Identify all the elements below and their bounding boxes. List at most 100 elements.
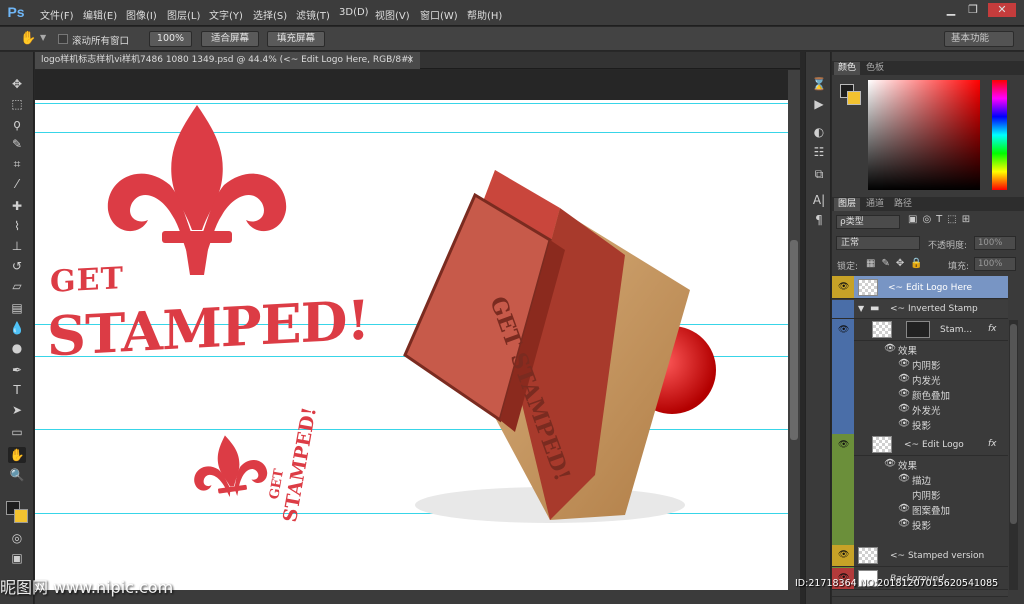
effect-row[interactable]: 👁 内阴影	[854, 358, 1008, 373]
menu-type[interactable]: 文字(Y)	[209, 7, 243, 22]
move-tool-icon[interactable]: ✥	[8, 76, 26, 92]
collapse-triangle-icon[interactable]: ▼	[858, 304, 864, 313]
character-panel-icon[interactable]: A|	[811, 192, 827, 208]
vertical-scrollbar[interactable]	[788, 70, 800, 590]
layer-row[interactable]: Stam... fx	[854, 319, 1008, 341]
fill-label: 填充:	[948, 262, 970, 272]
layer-filter-select[interactable]: ρ类型	[836, 215, 900, 229]
scrollbar-thumb[interactable]	[1010, 324, 1017, 524]
zoom-tool-icon[interactable]: 🔍	[8, 467, 26, 483]
effect-row[interactable]: 👁 外发光	[854, 403, 1008, 418]
document-canvas[interactable]: GET STAMPED! GET STAMPED! GET STAMPED!	[35, 100, 788, 590]
menu-select[interactable]: 选择(S)	[253, 7, 287, 22]
menu-view[interactable]: 视图(V)	[375, 7, 410, 22]
filter-icons[interactable]: ▣◎T⬚⊞	[908, 214, 975, 225]
workspace-select[interactable]: 基本功能	[944, 31, 1014, 47]
healing-brush-tool-icon[interactable]: ✚	[8, 198, 26, 214]
layer-group-row[interactable]: ▼ ▬ <~ Inverted Stamp	[832, 300, 1008, 319]
path-select-tool-icon[interactable]: ➤	[8, 402, 26, 418]
adjustments-icon[interactable]: ◐	[811, 124, 827, 140]
eyedropper-tool-icon[interactable]: ⁄	[8, 176, 26, 192]
scroll-all-checkbox[interactable]	[58, 34, 68, 44]
quick-select-tool-icon[interactable]: ✎	[8, 136, 26, 152]
tab-layers[interactable]: 图层	[834, 198, 861, 211]
tab-paths[interactable]: 路径	[890, 198, 916, 211]
paragraph-panel-icon[interactable]: ¶	[811, 212, 827, 228]
menu-window[interactable]: 窗口(W)	[420, 7, 458, 22]
eraser-tool-icon[interactable]: ▱	[8, 278, 26, 294]
color-panel-background[interactable]	[847, 91, 861, 105]
eye-icon[interactable]: 👁	[838, 325, 849, 335]
zoom-100-button[interactable]: 100%	[149, 31, 192, 47]
effects-row: 👁 效果	[854, 458, 1008, 473]
clone-stamp-tool-icon[interactable]: ⊥	[8, 238, 26, 254]
opacity-input[interactable]: 100%	[974, 236, 1016, 250]
menu-file[interactable]: 文件(F)	[40, 7, 74, 22]
history-icon[interactable]: ⌛	[811, 76, 827, 92]
close-button[interactable]: ✕	[988, 3, 1016, 17]
clone-source-icon[interactable]: ⧉	[811, 166, 827, 182]
lasso-tool-icon[interactable]: ϙ	[8, 116, 26, 132]
layers-scrollbar[interactable]	[1009, 320, 1018, 590]
eye-icon[interactable]: 👁	[838, 440, 849, 450]
effect-row[interactable]: 👁 描边	[854, 473, 1008, 488]
fx-icon[interactable]: fx	[988, 324, 997, 334]
hand-tool-icon[interactable]: ✋	[8, 447, 26, 463]
document-tab[interactable]: logo样机标志样机vi样机7486 1080 1349.psd @ 44.4%…	[35, 52, 420, 69]
tab-color[interactable]: 颜色	[834, 62, 861, 75]
effect-row[interactable]: 👁 投影	[854, 518, 1008, 533]
scrollbar-thumb[interactable]	[790, 240, 798, 440]
background-color-swatch[interactable]	[14, 509, 28, 523]
tab-close-icon[interactable]: ×	[406, 52, 414, 68]
fit-screen-button[interactable]: 适合屏幕	[201, 31, 259, 47]
menu-filter[interactable]: 滤镜(T)	[296, 7, 330, 22]
eye-icon[interactable]: 👁	[838, 282, 849, 292]
menu-image[interactable]: 图像(I)	[126, 7, 157, 22]
tab-swatches[interactable]: 色板	[862, 62, 888, 75]
crop-tool-icon[interactable]: ⌗	[8, 156, 26, 172]
layer-row[interactable]: <~ Edit Logo fx	[854, 434, 1008, 456]
fx-icon[interactable]: fx	[988, 439, 997, 449]
properties-icon[interactable]: ☷	[811, 144, 827, 160]
effect-row[interactable]: 👁 内发光	[854, 373, 1008, 388]
fill-screen-button[interactable]: 填充屏幕	[267, 31, 325, 47]
gradient-tool-icon[interactable]: ▤	[8, 300, 26, 316]
layer-name: <~ Edit Logo Here	[888, 283, 973, 293]
blur-tool-icon[interactable]: 💧	[8, 320, 26, 336]
fill-input[interactable]: 100%	[974, 257, 1016, 271]
history-brush-tool-icon[interactable]: ↺	[8, 258, 26, 274]
menu-help[interactable]: 帮助(H)	[467, 7, 502, 22]
type-tool-icon[interactable]: T	[8, 382, 26, 398]
eye-icon[interactable]: 👁	[838, 550, 849, 560]
effect-row[interactable]: 👁 投影	[854, 418, 1008, 433]
dodge-tool-icon[interactable]: ●	[8, 340, 26, 356]
rectangle-tool-icon[interactable]: ▭	[8, 424, 26, 440]
layer-thumbnail	[858, 279, 878, 296]
color-picker-field[interactable]	[868, 80, 980, 190]
brush-tool-icon[interactable]: ⌇	[8, 218, 26, 234]
restore-button[interactable]: ❐	[962, 3, 984, 17]
tab-channels[interactable]: 通道	[862, 198, 888, 211]
pen-tool-icon[interactable]: ✒	[8, 362, 26, 378]
hand-tool-icon[interactable]: ✋	[20, 31, 36, 46]
effect-row[interactable]: 内阴影	[854, 488, 1008, 503]
layer-row[interactable]: 👁 <~ Edit Logo Here	[832, 276, 1008, 299]
menu-edit[interactable]: 编辑(E)	[83, 7, 117, 22]
layer-color-tag: 👁	[832, 545, 854, 566]
menu-3d[interactable]: 3D(D)	[339, 7, 369, 18]
menu-layer[interactable]: 图层(L)	[167, 7, 200, 22]
blend-mode-select[interactable]: 正常	[836, 236, 920, 250]
chevron-down-icon[interactable]: ▼	[40, 33, 46, 42]
layer-row[interactable]: 👁 <~ Stamped version	[832, 545, 1008, 567]
screen-mode-icon[interactable]: ▣	[8, 550, 26, 566]
canvas-area[interactable]: GET STAMPED! GET STAMPED! GET STAMPED!	[35, 70, 788, 590]
marquee-tool-icon[interactable]: ⬚	[8, 96, 26, 112]
play-actions-icon[interactable]: ▶	[811, 96, 827, 112]
minimize-button[interactable]: ▁	[940, 3, 962, 17]
lock-icons[interactable]: ▦✎✥🔒	[866, 258, 929, 269]
options-bar: ✋ ▼ 滚动所有窗口 100% 适合屏幕 填充屏幕 基本功能	[0, 27, 1024, 51]
effect-row[interactable]: 👁 图案叠加	[854, 503, 1008, 518]
quick-mask-icon[interactable]: ◎	[8, 530, 26, 546]
hue-slider[interactable]	[992, 80, 1007, 190]
effect-row[interactable]: 👁 颜色叠加	[854, 388, 1008, 403]
